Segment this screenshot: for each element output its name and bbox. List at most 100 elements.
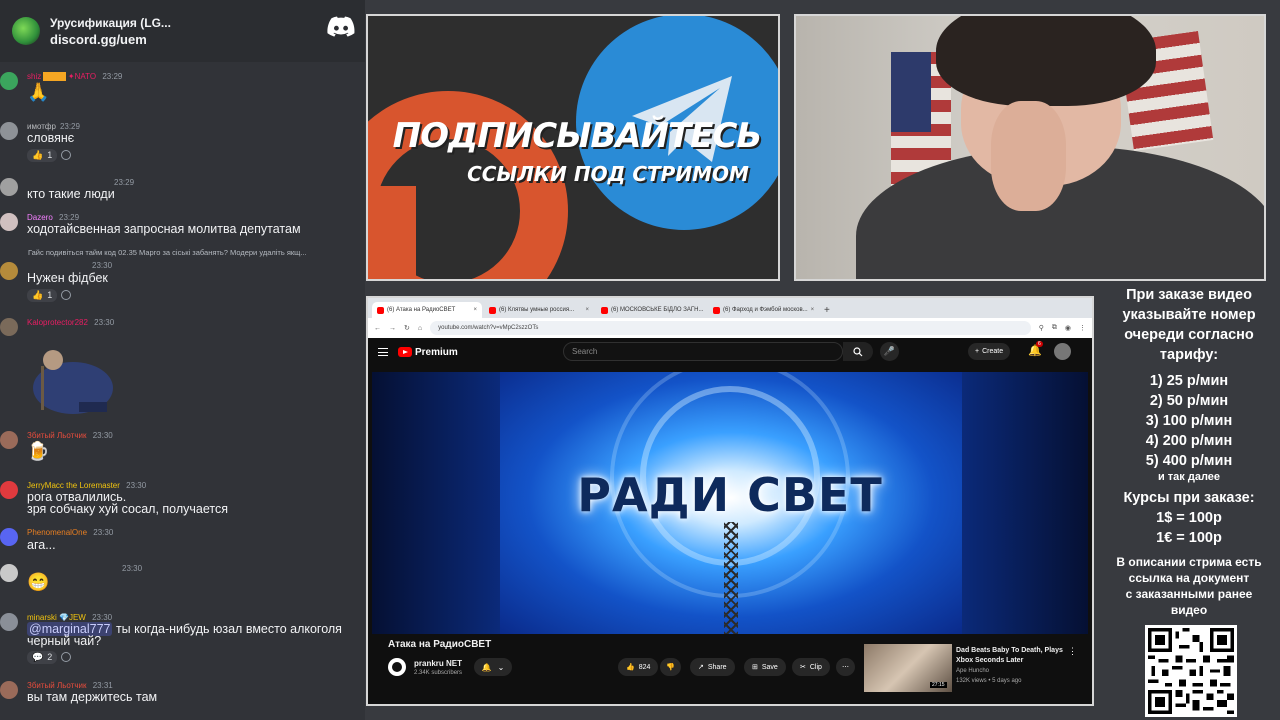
promo-subtitle: ССЫЛКИ ПОД СТРИМОМ <box>467 162 749 186</box>
browser-menu-icon[interactable]: ⋮ <box>1079 324 1086 332</box>
username: имотфр 23:29 <box>27 122 80 131</box>
add-reaction-icon[interactable] <box>61 150 72 160</box>
youtube-favicon-icon <box>489 306 496 314</box>
avatar <box>0 481 18 499</box>
browser-window: (6) Атака на РадиоСВЕТ × (6) Клятвы умные… <box>366 296 1094 706</box>
share-button[interactable]: ↗ Share <box>690 658 735 676</box>
order-info-panel: При заказе видео указывайте номер очеред… <box>1098 285 1280 618</box>
desc-line: В описании стрима есть <box>1116 555 1262 569</box>
message-text: кто такие люди <box>27 187 115 201</box>
youtube-favicon-icon <box>601 306 608 314</box>
username: PhenomenalOne 23:30 <box>27 528 114 537</box>
new-tab-icon[interactable]: + <box>824 302 830 318</box>
close-tab-icon[interactable]: × <box>473 307 477 313</box>
reaction-emoji-icon: 👍 <box>32 149 44 160</box>
message-image <box>33 350 113 414</box>
hamburger-menu-icon[interactable] <box>378 348 388 356</box>
desc-line: с заказанными ранее <box>1125 587 1253 601</box>
server-invite: discord.gg/uem <box>50 31 147 47</box>
streamer-hand <box>991 101 1066 211</box>
url-field[interactable]: youtube.com/watch?v=vMpC2szzOTs <box>430 321 1031 335</box>
pikabu-logo-stem <box>368 186 416 279</box>
desc-line: видео <box>1170 603 1208 617</box>
dislike-button[interactable]: 👎 <box>660 658 681 676</box>
avatar <box>0 122 18 140</box>
username: 23:29 <box>114 178 135 187</box>
username: Kaloprotector282 23:30 <box>27 318 115 327</box>
recommended-more-icon[interactable]: ⋮ <box>1068 646 1077 657</box>
webcam-feed <box>794 14 1266 281</box>
home-icon[interactable]: ⌂ <box>418 325 422 332</box>
more-icon: ⋯ <box>842 664 849 671</box>
qr-code-icon <box>1148 628 1234 714</box>
recommended-title[interactable]: Dad Beats Baby To Death, Plays Xbox Seco… <box>956 646 1064 666</box>
recommended-duration: 27:15 <box>930 682 947 688</box>
zoom-icon[interactable]: ⚲ <box>1039 324 1044 332</box>
browser-tab[interactable]: (6) Атака на РадиоСВЕТ × <box>372 302 482 318</box>
avatar <box>0 431 18 449</box>
profile-icon[interactable]: ◉ <box>1065 324 1071 332</box>
video-player[interactable]: РАДИ СВЕТ <box>372 372 1088 634</box>
rates-title: Курсы при заказе: <box>1123 490 1255 506</box>
reaction-bar: 👍 1 <box>27 148 72 162</box>
voice-search-button[interactable]: 🎤 <box>880 342 899 361</box>
close-tab-icon[interactable]: × <box>585 307 589 313</box>
username: 23:30 <box>122 564 143 573</box>
search-icon <box>853 346 863 356</box>
search-input[interactable]: Search <box>563 342 843 361</box>
rate-line: 1$ = 100р <box>1156 510 1222 526</box>
username: Збитый Льотчик 23:31 <box>27 681 113 690</box>
youtube-logo[interactable]: Premium <box>398 347 458 358</box>
avatar <box>0 564 18 582</box>
info-line: При заказе видео <box>1126 287 1252 303</box>
browser-tab[interactable]: (6) МОСКОВСЬКЕ БІДЛО ЗАГН...× <box>596 302 706 318</box>
add-reaction-icon[interactable] <box>61 652 72 662</box>
subscribed-button[interactable]: 🔔 ⌄ <box>474 658 512 676</box>
youtube-favicon-icon <box>377 306 384 314</box>
account-avatar[interactable] <box>1054 343 1071 360</box>
reaction-pill[interactable]: 💬 2 <box>27 650 58 664</box>
back-icon[interactable]: ← <box>374 325 381 332</box>
radio-tower <box>724 522 738 634</box>
search-button[interactable] <box>843 342 873 361</box>
recommended-channel[interactable]: Ape Huncho <box>956 668 989 674</box>
reaction-pill[interactable]: 👍 1 <box>27 148 58 162</box>
more-actions-button[interactable]: ⋯ <box>836 658 855 676</box>
close-tab-icon[interactable]: × <box>811 307 815 313</box>
reply-preview[interactable]: Гайс подивіться тайм код 02.35 Марго за … <box>28 248 307 257</box>
save-button[interactable]: ⊞ Save <box>744 658 786 676</box>
discord-logo-icon <box>327 16 355 37</box>
reaction-bar: 👍 1 <box>27 288 72 302</box>
reload-icon[interactable]: ↻ <box>404 324 410 332</box>
channel-avatar[interactable] <box>388 658 406 676</box>
video-frame: РАДИ СВЕТ <box>500 372 962 634</box>
rate-line: 1€ = 100р <box>1156 530 1222 546</box>
browser-tab[interactable]: (6) Клятвы умные россия... × <box>484 302 594 318</box>
create-button[interactable]: + Create <box>968 343 1011 360</box>
message-text: вы там держитесь там <box>27 690 158 704</box>
clip-button[interactable]: ✂ Clip <box>792 658 830 676</box>
browser-tab[interactable]: (6) Фарход и Фэмбой москов... × <box>708 302 818 318</box>
avatar <box>0 613 18 631</box>
video-overlay-title: РАДИ СВЕТ <box>577 468 883 522</box>
channel-name[interactable]: prankru NET <box>414 659 462 668</box>
avatar <box>0 72 18 90</box>
chat-header: Урусификация (LG... discord.gg/uem <box>0 0 365 62</box>
extensions-icon[interactable]: ⧉ <box>1052 324 1057 332</box>
video-title: Атака на РадиоСВЕТ <box>388 639 492 650</box>
username: 23:30 <box>92 261 113 270</box>
tariff-item: 5) 400 р/мин <box>1145 453 1233 469</box>
reaction-pill[interactable]: 👍 1 <box>27 288 58 302</box>
reaction-emoji-icon: 💬 <box>32 651 44 662</box>
like-button[interactable]: 👍 824 <box>618 658 659 676</box>
tab-strip: (6) Атака на РадиоСВЕТ × (6) Клятвы умные… <box>368 298 1092 318</box>
forward-icon[interactable]: → <box>389 325 396 332</box>
share-icon: ↗ <box>698 664 704 671</box>
reaction-bar: 💬 2 <box>27 650 72 664</box>
avatar <box>0 528 18 546</box>
add-reaction-icon[interactable] <box>61 290 72 300</box>
username: Dazero 23:29 <box>27 213 80 222</box>
plus-icon: + <box>975 348 980 355</box>
avatar <box>0 213 18 231</box>
message-text: словянє <box>27 131 75 145</box>
